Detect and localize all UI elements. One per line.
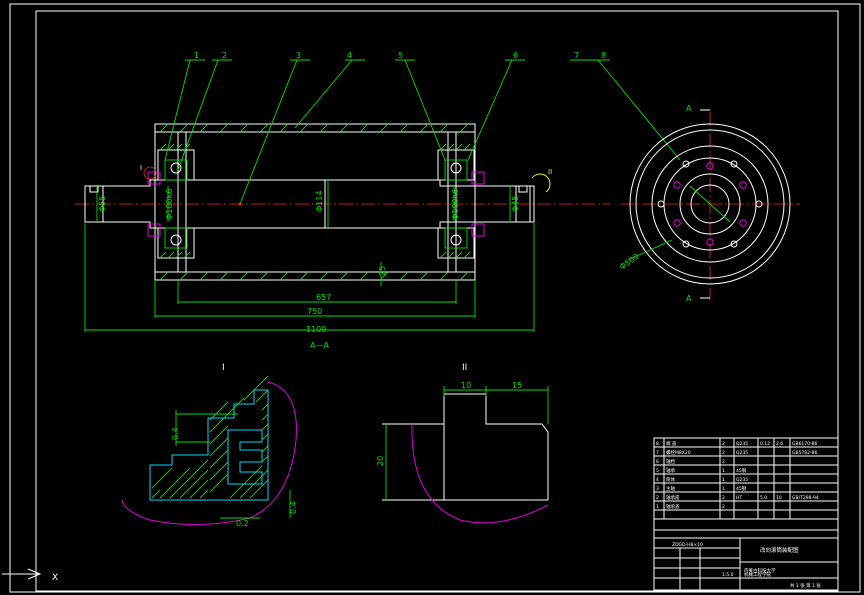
title-block-cell: 1	[656, 504, 659, 510]
detail-ii-label: II	[462, 363, 467, 373]
title-block-cell: 45钢	[736, 467, 747, 474]
dim-750: 750	[307, 307, 322, 316]
title-block-cell: 8	[656, 441, 659, 447]
title-block-cell: GB5782-86	[792, 450, 818, 456]
dim-100k6-left: Φ100k6	[165, 189, 174, 220]
inner-frame	[35, 10, 839, 592]
title-block-cell: 轴承盖	[666, 503, 680, 510]
shell-hatch	[159, 123, 469, 281]
detail-i-dim-gap: 0.2	[236, 519, 249, 528]
dim-100k6-right: Φ100k6	[451, 189, 460, 220]
title-block-cell: HT	[736, 495, 742, 501]
section-label-aa: A—A	[310, 341, 329, 350]
dim-114: Φ114	[315, 190, 324, 212]
detail-i-hatch	[151, 375, 269, 499]
section-a-bottom: A	[686, 294, 692, 303]
dim-25: 25	[378, 266, 387, 276]
sheet-info: 共 1 张 第 1 张	[790, 582, 821, 589]
title-block-cell: 7	[656, 450, 659, 456]
title-block-cell: 2	[722, 441, 725, 447]
title-block-cell: 0.12	[760, 441, 770, 447]
title-block-cell: 4	[656, 477, 659, 483]
title-block-cell: 2	[722, 459, 725, 465]
detail-ii: II 10 15 20	[376, 363, 549, 524]
detail-i: I 0.4 0.2 0.4	[121, 363, 298, 528]
title-block-cell: 2	[722, 504, 725, 510]
balloon-5: 5	[398, 51, 403, 60]
balloon-8: 8	[601, 51, 606, 60]
title-block-cell: 轴承座	[666, 494, 680, 501]
title-block-cell: 2.6	[776, 441, 783, 447]
end-view: A A Φ500	[618, 104, 800, 303]
title-block-cell: 轴档	[666, 458, 675, 465]
title-block-cell: 螺栓M8X20	[666, 449, 691, 456]
detail-mark-i: I	[140, 164, 142, 172]
balloon-1: 1	[194, 51, 199, 60]
title-block-cell: 10	[776, 495, 782, 501]
dim-55: Φ55	[98, 196, 107, 212]
detail-i-label: I	[222, 363, 225, 373]
dim-657: 657	[316, 293, 331, 302]
main-section-view: 1 2 3 4 5 6 7 8 657 750 1109 25 Φ55 Φ100…	[75, 51, 681, 350]
ucs-label: X	[52, 573, 58, 583]
title-block-cell: 45钢	[736, 485, 747, 492]
right-bearing	[437, 143, 485, 259]
title-block-cell: 轴承	[666, 467, 675, 474]
title-block-cell: 2	[656, 495, 659, 501]
title-block-cell: Q235	[736, 450, 748, 456]
cad-drawing: 1 2 3 4 5 6 7 8 657 750 1109 25 Φ55 Φ100…	[2, 3, 861, 593]
title-block-cell: 2	[722, 450, 725, 456]
title-block-cell: 5	[656, 468, 659, 474]
title-block-cell: 6	[656, 459, 659, 465]
title-block-cell: Q235	[736, 477, 748, 483]
balloon-7: 7	[574, 51, 579, 60]
detail-i-dim-height: 0.4	[171, 427, 180, 440]
title-block-cell: GB/T298-94	[792, 495, 819, 501]
drawing-scale: 1:5.0	[722, 572, 734, 578]
department-name: 机械工程学院	[744, 571, 771, 578]
title-block-cell: 1	[722, 486, 725, 492]
detail-ii-dim-w2: 15	[512, 381, 522, 390]
title-block-cell: 主轴	[666, 485, 675, 492]
title-block-cell: 端 盖	[666, 440, 677, 447]
balloon-4: 4	[347, 51, 352, 60]
balloon-3: 3	[296, 51, 301, 60]
drawing-code: ZDGD-H8×10	[672, 542, 703, 548]
title-block-rows: 8 端 盖 2 Q235 0.12 2.6 GB6170-86 7 螺栓M8X20 2 Q235 GB…	[656, 440, 819, 510]
title-block: 8 端 盖 2 Q235 0.12 2.6 GB6170-86 7 螺栓M8X20 2 Q235 GB…	[653, 437, 839, 591]
balloon-2: 2	[222, 51, 227, 60]
detail-i-dim-right: 0.4	[289, 501, 298, 514]
title-block-cell: 1	[722, 468, 725, 474]
title-block-cell: GB6170-86	[792, 441, 818, 447]
title-block-cell: Q235	[736, 441, 748, 447]
dim-500: Φ500	[618, 252, 641, 272]
title-block-cell: 1	[722, 477, 725, 483]
detail-ii-dim-h: 20	[376, 456, 385, 466]
detail-ii-dim-w1: 10	[461, 381, 471, 390]
title-block-cell: 3	[656, 486, 659, 492]
title-block-cell: 2	[722, 495, 725, 501]
detail-mark-ii: II	[548, 168, 552, 176]
balloon-6: 6	[513, 51, 518, 60]
section-a-top: A	[686, 104, 692, 113]
dim-45: Φ45	[511, 196, 520, 212]
title-block-cell: 筒体	[666, 476, 675, 483]
title-block-cell: 5.0	[760, 495, 767, 501]
drawing-title: 改向滚筒装配图	[760, 546, 799, 554]
dim-1109: 1109	[306, 325, 326, 334]
